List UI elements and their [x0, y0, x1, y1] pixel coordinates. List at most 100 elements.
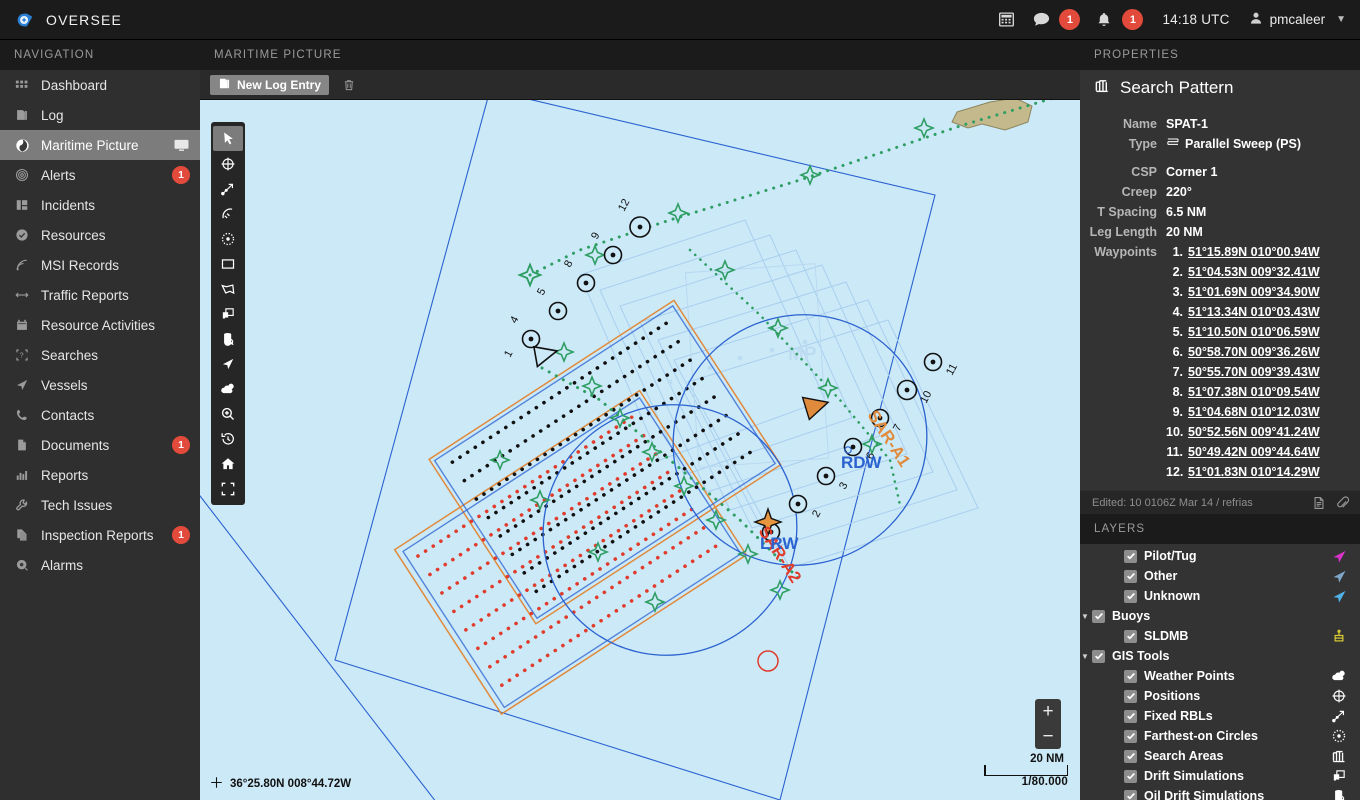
- zoom-in-button[interactable]: +: [1035, 699, 1061, 724]
- monitor-icon[interactable]: [173, 137, 190, 154]
- layer-checkbox[interactable]: [1124, 569, 1137, 583]
- layer-checkbox[interactable]: [1124, 729, 1137, 743]
- sidebar-item-contacts[interactable]: Contacts: [0, 400, 200, 430]
- layer-row-weather-points[interactable]: Weather Points: [1080, 666, 1360, 686]
- waypoint-row: 2. 51°04.53N 009°32.41W: [1080, 262, 1348, 282]
- sidebar-item-alerts[interactable]: Alerts 1: [0, 160, 200, 190]
- zoom-tool[interactable]: [213, 401, 243, 426]
- waypoint-coordinate-link[interactable]: 50°49.42N 009°44.64W: [1188, 442, 1320, 462]
- sidebar-item-log[interactable]: Log: [0, 100, 200, 130]
- sidebar-item-vessels[interactable]: Vessels: [0, 370, 200, 400]
- waypoint-coordinate-link[interactable]: 50°55.70N 009°39.43W: [1188, 362, 1320, 382]
- layer-row-oil-drift-simulations[interactable]: Oil Drift Simulations: [1080, 786, 1360, 800]
- chevron-down-icon[interactable]: ▼: [1080, 652, 1092, 661]
- layer-row-positions[interactable]: Positions: [1080, 686, 1360, 706]
- sidebar-item-resource-activities[interactable]: Resource Activities: [0, 310, 200, 340]
- username: pmcaleer: [1269, 12, 1326, 27]
- chevron-down-icon[interactable]: ▼: [1080, 612, 1092, 621]
- layer-row-other[interactable]: Other: [1080, 566, 1360, 586]
- document-icon[interactable]: [1311, 495, 1327, 511]
- new-log-entry-button[interactable]: New Log Entry: [210, 74, 330, 95]
- layer-row-unknown[interactable]: Unknown: [1080, 586, 1360, 606]
- weather-point-tool[interactable]: [213, 376, 243, 401]
- waypoint-coordinate-link[interactable]: 50°52.56N 009°41.24W: [1188, 422, 1320, 442]
- layer-checkbox[interactable]: [1124, 709, 1137, 723]
- waypoint-coordinate-link[interactable]: 51°13.34N 010°03.43W: [1188, 302, 1320, 322]
- sidebar-item-tech-issues[interactable]: Tech Issues: [0, 490, 200, 520]
- sidebar-item-alarms[interactable]: Alarms: [0, 550, 200, 580]
- layer-row-search-areas[interactable]: Search Areas: [1080, 746, 1360, 766]
- brand[interactable]: OVERSEE: [0, 9, 200, 31]
- sidebar-item-documents[interactable]: Documents 1: [0, 430, 200, 460]
- waypoint-coordinate-link[interactable]: 51°04.68N 010°12.03W: [1188, 402, 1320, 422]
- waypoint-coordinate-link[interactable]: 50°58.70N 009°36.26W: [1188, 342, 1320, 362]
- layer-row-gis-tools[interactable]: ▼ GIS Tools: [1080, 646, 1360, 666]
- edited-text: Edited: 10 0106Z Mar 14 / refrias: [1092, 496, 1253, 509]
- rectangle-tool[interactable]: [213, 251, 243, 276]
- waypoint-row: 11. 50°49.42N 009°44.64W: [1080, 442, 1348, 462]
- home-tool[interactable]: [213, 451, 243, 476]
- paperclip-icon[interactable]: [1335, 495, 1351, 511]
- layer-checkbox[interactable]: [1092, 649, 1105, 663]
- right-column: PROPERTIES Search Pattern Name SPAT-1 Type…: [1080, 40, 1360, 800]
- layer-row-fixed-rbls[interactable]: Fixed RBLs: [1080, 706, 1360, 726]
- waypoint-coordinate-link[interactable]: 51°10.50N 010°06.59W: [1188, 322, 1320, 342]
- sidebar-item-incidents[interactable]: Incidents: [0, 190, 200, 220]
- layer-checkbox[interactable]: [1124, 749, 1137, 763]
- layer-row-sldmb[interactable]: SLDMB: [1080, 626, 1360, 646]
- sidebar-item-searches[interactable]: ? Searches: [0, 340, 200, 370]
- sidebar-item-msi-records[interactable]: MSI Records: [0, 250, 200, 280]
- layer-checkbox[interactable]: [1124, 549, 1137, 563]
- sidebar-item-badge: 1: [172, 166, 190, 184]
- trash-icon[interactable]: [339, 75, 359, 95]
- property-value-text: Parallel Sweep (PS): [1185, 137, 1302, 151]
- layer-checkbox[interactable]: [1124, 629, 1137, 643]
- fullscreen-tool[interactable]: [213, 476, 243, 501]
- oil-drift-tool[interactable]: [213, 326, 243, 351]
- check-circle-icon: [14, 227, 30, 243]
- layer-row-drift-simulations[interactable]: Drift Simulations: [1080, 766, 1360, 786]
- chat-icon[interactable]: [1030, 9, 1052, 31]
- farthest-on-circle-tool[interactable]: [213, 226, 243, 251]
- polygon-tool[interactable]: [213, 276, 243, 301]
- map-canvas[interactable]: MP 12 9 8 5 4 1 11 10 7 6 3 2 SAR-A1 SAR…: [200, 100, 1080, 800]
- layer-checkbox[interactable]: [1124, 769, 1137, 783]
- scale-bar: 20 NM 1/80.000: [984, 753, 1068, 788]
- vessel-tool[interactable]: [213, 351, 243, 376]
- layer-row-pilot-tug[interactable]: Pilot/Tug: [1080, 546, 1360, 566]
- layer-checkbox[interactable]: [1124, 789, 1137, 800]
- layer-row-farthest-on-circles[interactable]: Farthest-on Circles: [1080, 726, 1360, 746]
- layer-checkbox[interactable]: [1092, 609, 1105, 623]
- history-tool[interactable]: [213, 426, 243, 451]
- layer-checkbox[interactable]: [1124, 669, 1137, 683]
- drift-icon: [1330, 768, 1348, 784]
- property-row: T Spacing 6.5 NM: [1080, 202, 1348, 222]
- grid-icon: [14, 77, 30, 93]
- waypoint-coordinate-link[interactable]: 51°04.53N 009°32.41W: [1188, 262, 1320, 282]
- waypoint-coordinate-link[interactable]: 51°15.89N 010°00.94W: [1188, 242, 1320, 262]
- arc-tool[interactable]: [213, 201, 243, 226]
- user-menu[interactable]: pmcaleer ▼: [1249, 11, 1346, 28]
- sidebar-item-traffic-reports[interactable]: Traffic Reports: [0, 280, 200, 310]
- property-value: 6.5 NM: [1166, 202, 1206, 222]
- waypoint-coordinate-link[interactable]: 51°07.38N 010°09.54W: [1188, 382, 1320, 402]
- calculator-icon[interactable]: [995, 9, 1017, 31]
- layer-checkbox[interactable]: [1124, 589, 1137, 603]
- rbl-tool[interactable]: [213, 176, 243, 201]
- select-tool[interactable]: [213, 126, 243, 151]
- bell-icon[interactable]: [1093, 9, 1115, 31]
- sidebar-item-badge: 1: [172, 526, 190, 544]
- position-tool[interactable]: [213, 151, 243, 176]
- drift-simulation-tool[interactable]: [213, 301, 243, 326]
- sidebar-item-reports[interactable]: Reports: [0, 460, 200, 490]
- waypoint-coordinate-link[interactable]: 51°01.83N 010°14.29W: [1188, 462, 1320, 482]
- waypoint-coordinate-link[interactable]: 51°01.69N 009°34.90W: [1188, 282, 1320, 302]
- sidebar-item-maritime-picture[interactable]: Maritime Picture: [0, 130, 200, 160]
- sidebar-item-dashboard[interactable]: Dashboard: [0, 70, 200, 100]
- layer-checkbox[interactable]: [1124, 689, 1137, 703]
- layer-row-buoys[interactable]: ▼ Buoys: [1080, 606, 1360, 626]
- sidebar-item-inspection-reports[interactable]: Inspection Reports 1: [0, 520, 200, 550]
- zoom-out-button[interactable]: −: [1035, 724, 1061, 749]
- property-key: Name: [1122, 117, 1157, 131]
- sidebar-item-resources[interactable]: Resources: [0, 220, 200, 250]
